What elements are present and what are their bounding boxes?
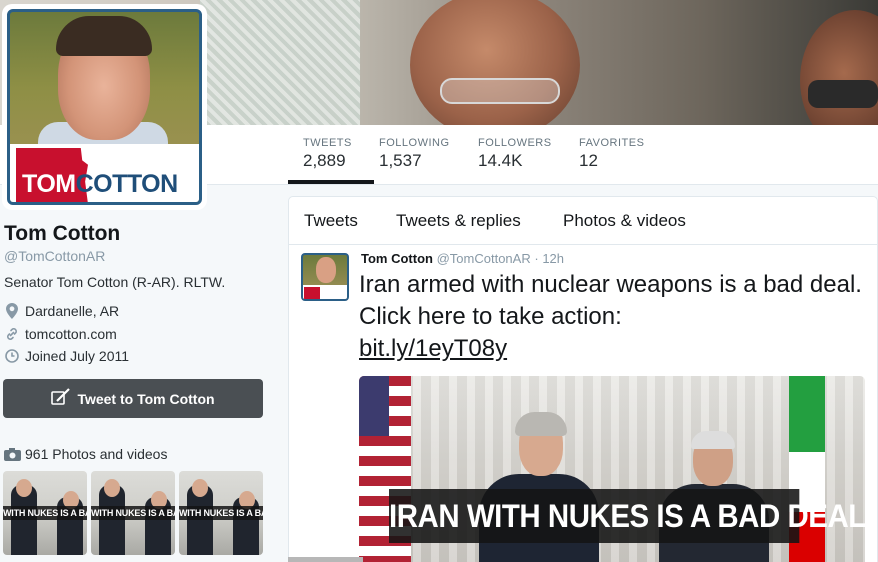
profile-handle[interactable]: @TomCottonAR	[4, 248, 105, 264]
photo-thumbnail[interactable]: WITH NUKES IS A BAD	[91, 471, 175, 555]
stat-value: 1,537	[379, 151, 422, 170]
media-person-hair	[691, 431, 735, 449]
tweet-to-button[interactable]: Tweet to Tom Cotton	[3, 379, 263, 418]
calendar-icon	[4, 348, 20, 364]
avatar-logo: TOMCOTTON	[22, 170, 178, 198]
us-flag-canton	[359, 376, 389, 436]
stat-value: 14.4K	[478, 151, 523, 170]
stat-label: FOLLOWERS	[478, 137, 552, 149]
tweet-media-image[interactable]: IRAN WITH NUKES IS A BAD DEAL	[359, 376, 865, 562]
thumb-head	[192, 479, 208, 497]
tweet-avatar-shape	[304, 287, 320, 299]
tweet-avatar-face	[316, 257, 336, 283]
stat-tweets[interactable]: TWEETS 2,889	[288, 137, 374, 184]
stat-value: 2,889	[303, 151, 346, 170]
photos-videos-link[interactable]: 961 Photos and videos	[4, 446, 167, 462]
thumb-caption: WITH NUKES IS A BAD	[179, 506, 263, 520]
timeline-tabs: Tweets Tweets & replies Photos & videos	[289, 197, 877, 245]
quill-icon	[51, 388, 71, 409]
media-person-hair	[515, 412, 567, 436]
tweet-link[interactable]: bit.ly/1eyT08y	[359, 335, 507, 362]
profile-website: tomcotton.com	[4, 326, 117, 342]
tweet-to-label: Tweet to Tom Cotton	[77, 390, 215, 407]
stat-favorites[interactable]: FAVORITES 12	[579, 137, 644, 171]
thumb-caption: WITH NUKES IS A BAD	[3, 506, 87, 520]
link-icon	[4, 326, 20, 342]
joined-text: Joined July 2011	[25, 348, 130, 364]
profile-bio: Senator Tom Cotton (R-AR). RLTW.	[4, 274, 226, 290]
banner-sunglasses	[808, 80, 878, 108]
tab-tweets[interactable]: Tweets	[304, 211, 358, 231]
website-link[interactable]: tomcotton.com	[25, 326, 117, 342]
thumb-head	[16, 479, 32, 497]
avatar-hair	[56, 16, 152, 56]
profile-name[interactable]: Tom Cotton	[4, 222, 120, 246]
tweet-avatar[interactable]	[301, 253, 349, 301]
profile-location: Dardanelle, AR	[4, 303, 119, 319]
media-caption: IRAN WITH NUKES IS A BAD DEAL	[389, 489, 865, 543]
tweet-text: Iran armed with nuclear weapons is a bad…	[359, 269, 869, 365]
tweet-author-handle[interactable]: @TomCottonAR	[437, 251, 531, 266]
thumb-caption: WITH NUKES IS A BAD	[91, 506, 175, 520]
profile-avatar[interactable]: TOMCOTTON	[2, 4, 207, 210]
photo-thumbnail[interactable]: WITH NUKES IS A BAD	[3, 471, 87, 555]
location-text: Dardanelle, AR	[25, 303, 120, 319]
stat-label: FOLLOWING	[379, 137, 450, 149]
tweet-body: Iran armed with nuclear weapons is a bad…	[359, 271, 862, 330]
tweet-timestamp[interactable]: 12h	[542, 251, 564, 266]
banner-person	[410, 0, 580, 125]
photo-thumbnail[interactable]: WITH NUKES IS A BAD	[179, 471, 263, 555]
stat-label: FAVORITES	[579, 137, 645, 149]
profile-joined: Joined July 2011	[4, 348, 129, 364]
banner-glasses	[440, 78, 560, 104]
banner-shirt	[200, 0, 360, 125]
horizontal-scrollbar[interactable]	[288, 557, 363, 562]
tab-photos-videos[interactable]: Photos & videos	[563, 211, 686, 231]
map-pin-icon	[4, 303, 20, 319]
tweet-separator: ·	[534, 251, 539, 266]
timeline: Tweets Tweets & replies Photos & videos …	[288, 196, 878, 562]
stat-following[interactable]: FOLLOWING 1,537	[379, 137, 450, 171]
tweet-header: Tom Cotton @TomCottonAR · 12h	[361, 251, 564, 266]
stat-followers[interactable]: FOLLOWERS 14.4K	[478, 137, 552, 171]
tab-tweets-replies[interactable]: Tweets & replies	[396, 211, 521, 231]
stat-value: 12	[579, 151, 598, 170]
thumb-head	[104, 479, 120, 497]
stat-label: TWEETS	[303, 137, 352, 149]
photos-label: 961 Photos and videos	[25, 446, 168, 462]
camera-icon	[4, 447, 21, 461]
tweet-author-name[interactable]: Tom Cotton	[361, 251, 433, 266]
avatar-image: TOMCOTTON	[7, 9, 202, 205]
